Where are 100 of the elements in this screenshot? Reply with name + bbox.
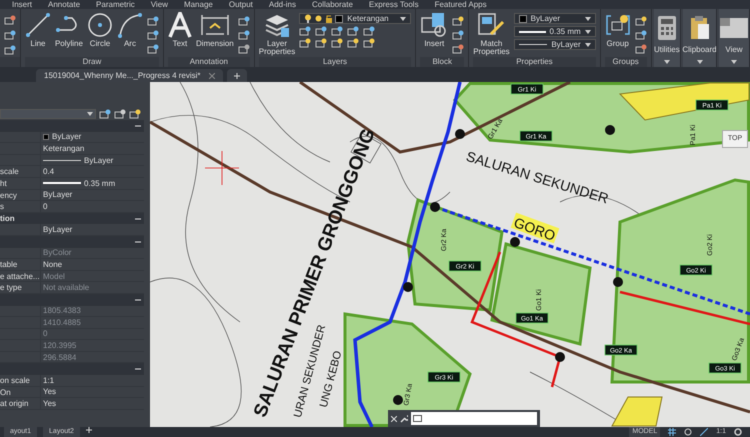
menu-tab[interactable]: Express Tools (368, 0, 419, 9)
linetype-line (43, 160, 81, 161)
menu-tab[interactable]: Add-ins (268, 0, 296, 9)
ribbon-tool-button[interactable]: Insert (420, 12, 448, 48)
block-tool-icon[interactable] (634, 16, 647, 27)
layer-tool-icon[interactable] (299, 38, 312, 49)
property-value[interactable]: 0.4 (40, 166, 144, 177)
layer-tool-icon[interactable] (299, 26, 312, 37)
new-tab-button[interactable] (226, 69, 247, 82)
collapse-icon[interactable] (135, 216, 141, 222)
layer-tool-icon[interactable] (315, 26, 328, 37)
layer-tool-icon[interactable] (363, 26, 376, 37)
ribbon-tool-button[interactable]: Group (604, 12, 631, 48)
layers-icon (262, 12, 291, 38)
ribbon-tool-button[interactable]: Polyline (54, 12, 83, 48)
property-dropdown[interactable]: ByLayer (514, 39, 596, 50)
property-value[interactable]: None (40, 259, 144, 270)
caret-icon[interactable] (731, 60, 737, 64)
layer-tool-icon[interactable] (363, 38, 376, 49)
property-label: e attache... (0, 272, 40, 281)
property-value[interactable]: Yes (40, 386, 144, 398)
ribbon-tool-button[interactable]: Arc (116, 12, 143, 48)
menu-tab[interactable]: Insert (12, 0, 32, 9)
line-icon (24, 12, 51, 38)
collapse-icon[interactable] (135, 122, 141, 129)
file-tab[interactable]: 15019004_Whenny Me..._Progress 4 revisi* (36, 69, 223, 82)
menu-tab[interactable]: Output (228, 0, 253, 9)
menu-tab[interactable]: View (150, 0, 168, 9)
ribbon-tool-button[interactable]: Dimension (196, 12, 234, 48)
ribbon-tool-button[interactable]: Match Properties (473, 12, 510, 56)
wrench-icon[interactable] (400, 414, 408, 422)
command-input-field[interactable] (411, 412, 537, 425)
menu-tab[interactable]: Collaborate (312, 0, 353, 9)
menu-tab[interactable]: Annotate (48, 0, 80, 9)
section-header[interactable]: tion (0, 212, 144, 224)
property-dropdown[interactable]: 0.35 mm (514, 26, 596, 37)
lightbulb-icon[interactable] (304, 14, 312, 23)
layer-tool-icon[interactable] (347, 38, 360, 49)
property-dropdown[interactable]: ByLayer (514, 13, 596, 24)
plus-icon (234, 72, 240, 78)
property-value[interactable]: ByLayer (40, 154, 144, 166)
block-tool-icon[interactable] (452, 16, 464, 27)
caret-icon[interactable] (584, 30, 591, 34)
property-value[interactable]: ByLayer (40, 224, 144, 235)
padlock-icon[interactable] (325, 14, 334, 23)
modify-tool-icon[interactable] (4, 15, 16, 26)
caret-icon[interactable] (400, 16, 406, 20)
property-value[interactable]: Keterangan (40, 143, 144, 154)
panel-title[interactable]: Annotation (168, 57, 250, 67)
property-dropdown[interactable]: Keterangan (299, 13, 412, 24)
caret-icon[interactable] (584, 16, 591, 20)
polar-icon[interactable] (700, 428, 708, 436)
layer-tool-icon[interactable] (331, 38, 344, 49)
block-tool-icon[interactable] (452, 30, 464, 41)
modify-tool-icon[interactable] (4, 45, 16, 56)
caret-icon[interactable] (664, 60, 670, 64)
collapse-icon[interactable] (135, 296, 141, 303)
collapse-icon[interactable] (135, 238, 141, 245)
property-value[interactable]: ByLayer (40, 132, 144, 142)
property-label: at origin (0, 399, 28, 408)
block-tool-icon[interactable] (634, 30, 647, 41)
ribbon-tool-button[interactable]: Text (168, 12, 192, 48)
property-value[interactable]: 1:1 (40, 375, 144, 386)
property-value[interactable]: 0.35 mm (40, 178, 144, 189)
menu-tab[interactable]: Parametric (96, 0, 135, 9)
panel-title[interactable]: Layers (258, 57, 412, 67)
menu-tab[interactable]: Manage (184, 0, 213, 9)
grid-icon[interactable] (668, 428, 676, 436)
ribbon-tool-button[interactable]: Circle (86, 12, 113, 48)
layer-tool-icon[interactable] (347, 26, 360, 37)
caret-icon[interactable] (584, 42, 591, 46)
property-value[interactable]: Yes (40, 398, 144, 409)
property-value[interactable]: ByLayer (40, 190, 144, 200)
block-tool-icon[interactable] (634, 44, 647, 55)
panel-title[interactable]: Properties (473, 57, 596, 67)
structure-node (605, 125, 615, 135)
snap-icon[interactable] (684, 428, 692, 436)
clipboard-icon (688, 15, 710, 41)
modify-tool-icon[interactable] (4, 30, 16, 41)
sun-icon[interactable] (314, 14, 324, 23)
panel-title[interactable]: Block (420, 57, 464, 67)
panel-title[interactable]: Groups (604, 57, 647, 67)
caret-icon[interactable] (87, 112, 93, 116)
color-swatch (335, 14, 344, 22)
property-value[interactable]: 0 (40, 201, 144, 212)
ribbon-tool-button[interactable]: Layer Properties (258, 12, 296, 56)
property-label: table (0, 260, 18, 270)
ribbon-tool-button[interactable]: Line (24, 12, 51, 48)
lineweight-line (518, 30, 546, 32)
circle-icon (86, 12, 113, 38)
property-label: s (0, 202, 4, 212)
menu-tab[interactable]: Featured Apps (434, 0, 487, 9)
caret-icon[interactable] (696, 60, 702, 64)
plus-icon[interactable] (86, 426, 92, 433)
layer-tool-icon[interactable] (315, 38, 328, 49)
panel-title[interactable]: Draw (24, 57, 159, 67)
gear-icon[interactable] (734, 428, 742, 436)
layer-tool-icon[interactable] (331, 26, 344, 37)
collapse-icon[interactable] (135, 366, 141, 372)
block-tool-icon[interactable] (452, 44, 464, 55)
